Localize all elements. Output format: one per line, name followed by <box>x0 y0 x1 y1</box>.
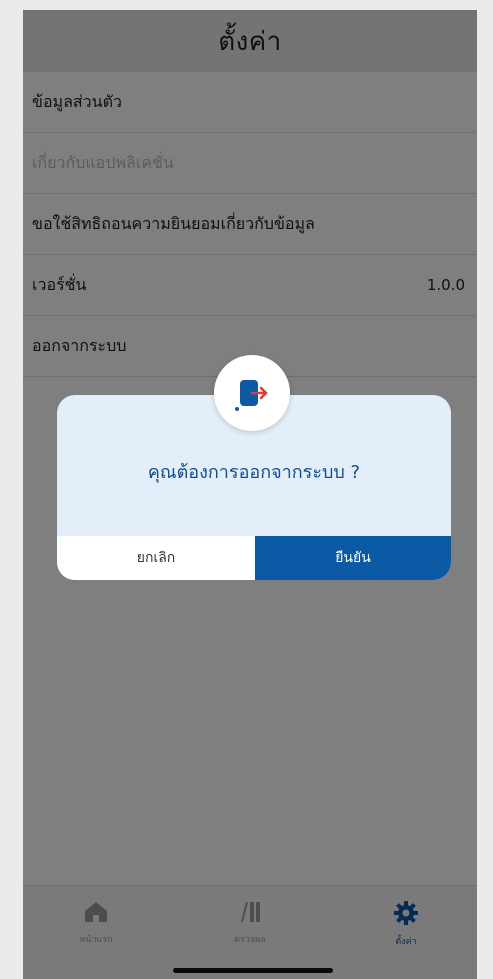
cancel-button[interactable]: ยกเลิก <box>57 536 255 580</box>
confirm-button[interactable]: ยืนยัน <box>255 536 451 580</box>
dialog-message: คุณต้องการออกจากระบบ ? <box>147 462 361 483</box>
logout-icon <box>214 355 290 431</box>
settings-screen: ตั้งค่า ข้อมูลส่วนตัว เกี่ยวกับแอปพลิเคช… <box>23 10 477 979</box>
